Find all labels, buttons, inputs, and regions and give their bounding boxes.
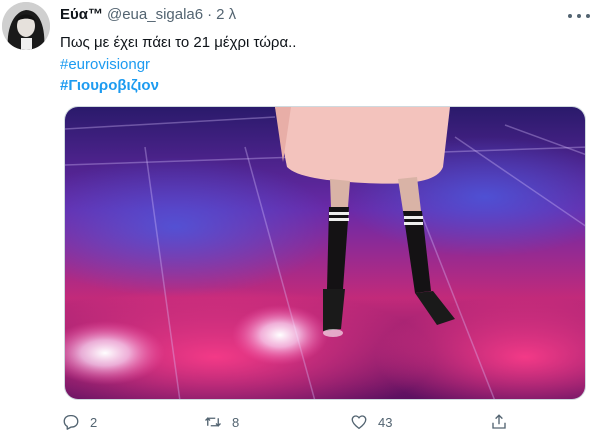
hashtag-link[interactable]: #Γιουροβιζιον [60,76,159,96]
stage-photo [65,107,585,399]
retweet-icon [205,417,221,427]
display-name[interactable]: Εύα™ [60,6,103,23]
heart-icon [351,415,367,430]
tweet-card: Εύα™ @eua_sigala6 · 2 λ Πως με έχει πάει… [0,0,600,441]
action-bar: 2 8 43 [60,413,580,435]
reply-icon [63,414,79,430]
like-button[interactable]: 43 [350,413,392,431]
share-button[interactable] [490,413,508,431]
avatar[interactable] [2,2,50,50]
like-count: 43 [378,414,393,430]
user-handle[interactable]: @eua_sigala6 [107,6,203,23]
more-icon[interactable] [568,8,590,24]
avatar-image [2,2,50,50]
retweet-count: 8 [232,414,240,430]
tweet-media-image[interactable] [64,106,586,400]
timestamp[interactable]: 2 λ [216,6,236,23]
separator-dot: · [207,6,213,23]
share-icon [492,414,506,429]
retweet-button[interactable]: 8 [204,413,239,431]
tweet-text: Πως με έχει πάει το 21 μέχρι τώρα.. [60,34,297,51]
reply-button[interactable]: 2 [62,413,97,431]
reply-count: 2 [90,414,98,430]
hashtag-link[interactable]: #eurovisiongr [60,55,150,75]
tweet-header: Εύα™ @eua_sigala6 · 2 λ [60,6,236,26]
